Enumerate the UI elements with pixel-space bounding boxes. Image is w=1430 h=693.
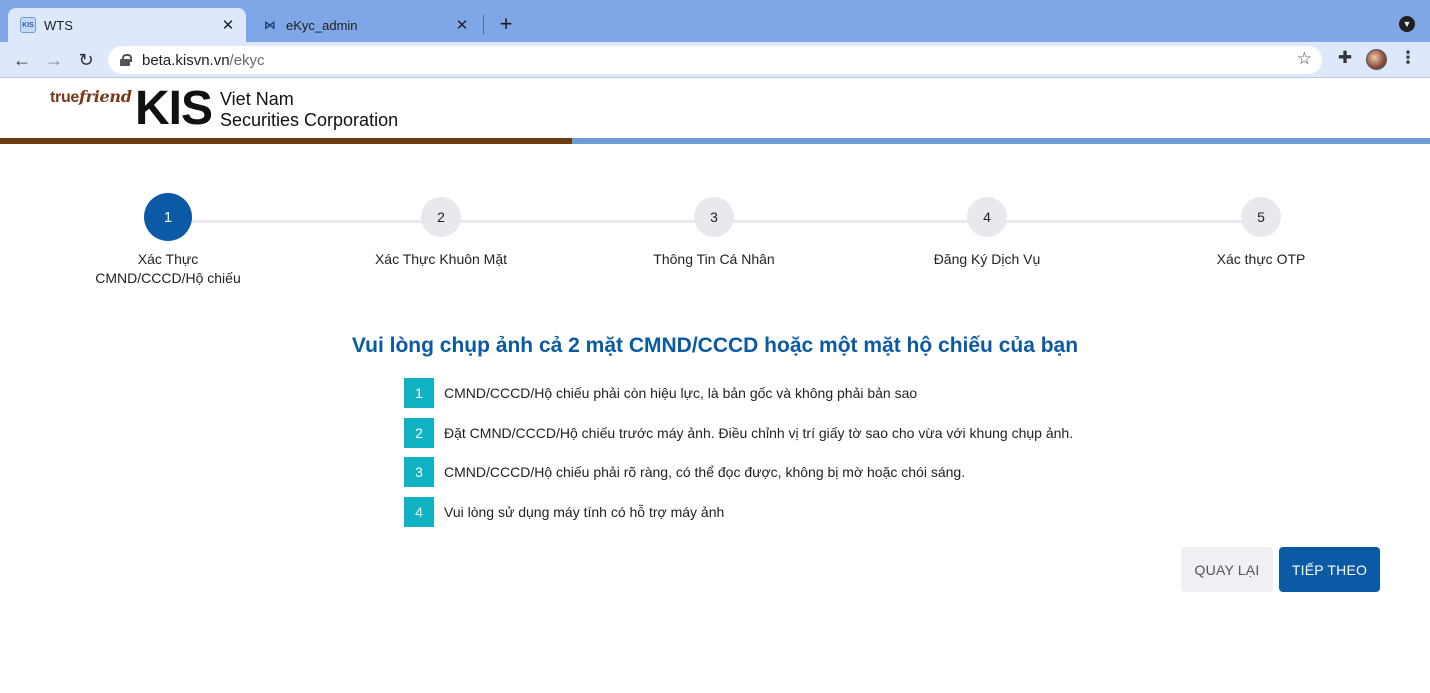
step-4: 4 Đăng Ký Dịch Vụ: [887, 197, 1087, 269]
step-label: Xác thực OTP: [1216, 251, 1306, 267]
instruction-text: CMND/CCCD/Hộ chiếu phải còn hiệu lực, là…: [444, 385, 918, 401]
extensions-puzzle-icon[interactable]: ✚: [1334, 48, 1356, 70]
kis-favicon-icon: KIS: [20, 17, 36, 33]
close-tab-icon[interactable]: ✕: [218, 15, 238, 35]
page-title: Vui lòng chụp ảnh cả 2 mặt CMND/CCCD hoặ…: [351, 334, 1079, 357]
logo-true-text: true: [50, 89, 80, 106]
list-item: 1 CMND/CCCD/Hộ chiếu phải còn hiệu lực, …: [404, 378, 1104, 408]
step-label: Thông Tin Cá Nhân: [653, 251, 775, 267]
truefriend-logo: truefriend: [50, 87, 132, 107]
step-label: Đăng Ký Dịch Vụ: [933, 251, 1041, 267]
list-item: 2 Đặt CMND/CCCD/Hộ chiếu trước máy ảnh. …: [404, 417, 1104, 448]
instruction-number-badge: 1: [404, 378, 434, 408]
step-2: 2 Xác Thực Khuôn Mặt: [341, 197, 541, 269]
back-arrow-icon[interactable]: ←: [10, 48, 34, 72]
logo-line-1: Viet Nam: [220, 89, 294, 109]
browser-menu-kebab-icon[interactable]: ⋮: [1399, 48, 1417, 70]
instruction-text: Vui lòng sử dụng máy tính có hỗ trợ máy …: [444, 504, 725, 521]
instruction-text: Đặt CMND/CCCD/Hộ chiếu trước máy ảnh. Đi…: [444, 424, 1074, 441]
instruction-number-badge: 4: [404, 497, 434, 528]
address-bar[interactable]: beta.kisvn.vn/ekyc ☆: [108, 46, 1322, 74]
tab-title: WTS: [44, 17, 73, 33]
instruction-number-badge: 3: [404, 457, 434, 488]
browser-toolbar: ← → ↻ beta.kisvn.vn/ekyc ☆: [0, 42, 1430, 78]
next-button[interactable]: TIẾP THEO: [1279, 547, 1380, 592]
ekyc-favicon-icon: ⋈: [264, 18, 276, 32]
bookmark-star-icon[interactable]: ☆: [1297, 49, 1312, 69]
tab-search-chevron-icon[interactable]: ▼: [1399, 16, 1415, 32]
url-host: beta.kisvn.vn: [142, 51, 230, 69]
step-circle: 4: [967, 197, 1007, 237]
tab-title: eKyc_admin: [286, 17, 358, 33]
step-label: Xác Thực CMND/CCCD/Hộ chiếu: [95, 251, 241, 286]
step-3: 3 Thông Tin Cá Nhân: [614, 197, 814, 269]
step-circle: 5: [1241, 197, 1281, 237]
profile-avatar[interactable]: [1366, 49, 1387, 70]
header-bar-brown: [0, 138, 572, 144]
step-circle: 1: [144, 193, 192, 241]
list-item: 4 Vui lòng sử dụng máy tính có hỗ trợ má…: [404, 497, 1104, 528]
logo-line-2: Securities Corporation: [220, 110, 399, 130]
logo-friend-text: friend: [79, 87, 132, 106]
browser-tab-ekyc-admin[interactable]: ⋈ eKyc_admin ✕: [250, 8, 480, 42]
url-path: /ekyc: [229, 51, 265, 69]
reload-icon[interactable]: ↻: [74, 48, 98, 72]
new-tab-plus-icon[interactable]: +: [494, 13, 518, 37]
back-button[interactable]: QUAY LẠI: [1181, 547, 1273, 592]
step-circle: 2: [421, 197, 461, 237]
forward-arrow-icon[interactable]: →: [42, 48, 66, 72]
browser-tab-wts[interactable]: KIS WTS ✕: [8, 8, 246, 42]
step-1: 1 Xác Thực CMND/CCCD/Hộ chiếu: [68, 193, 268, 288]
tab-separator: [483, 15, 484, 35]
step-label: Xác Thực Khuôn Mặt: [374, 251, 508, 267]
list-item: 3 CMND/CCCD/Hộ chiếu phải rõ ràng, có th…: [404, 457, 1104, 488]
close-tab-icon[interactable]: ✕: [452, 15, 472, 35]
kis-logo: KIS: [135, 82, 213, 135]
instruction-number-badge: 2: [404, 417, 434, 448]
lock-icon: [120, 54, 132, 66]
step-5: 5 Xác thực OTP: [1161, 197, 1361, 269]
site-header: truefriend KIS Viet Nam Securities Corpo…: [0, 79, 1430, 144]
step-circle: 3: [694, 197, 734, 237]
header-bar-blue: [572, 138, 1430, 144]
instruction-list: 1 CMND/CCCD/Hộ chiếu phải còn hiệu lực, …: [404, 378, 1104, 537]
instruction-text: CMND/CCCD/Hộ chiếu phải rõ ràng, có thể …: [444, 464, 966, 481]
browser-tab-bar: KIS WTS ✕ ⋈ eKyc_admin ✕ + ▼: [0, 0, 1430, 42]
